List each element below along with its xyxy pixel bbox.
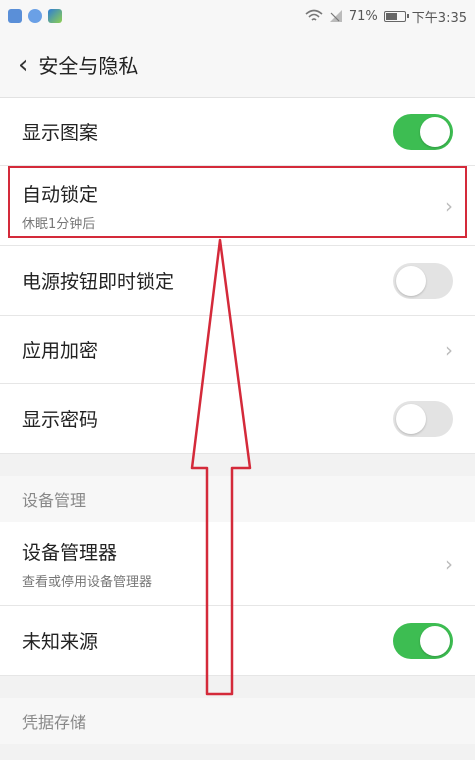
setting-device-manager[interactable]: 设备管理器 查看或停用设备管理器 › — [0, 522, 475, 606]
section-gap — [0, 454, 475, 476]
chevron-right-icon: › — [445, 193, 453, 218]
setting-label: 应用加密 — [22, 340, 99, 362]
setting-power-button-lock[interactable]: 电源按钮即时锁定 — [0, 246, 475, 316]
setting-text: 自动锁定 休眠1分钟后 — [22, 180, 98, 232]
setting-subtitle: 查看或停用设备管理器 — [22, 574, 153, 590]
settings-list: 显示图案 自动锁定 休眠1分钟后 › 电源按钮即时锁定 应用加密 › 显示密码 — [0, 98, 475, 454]
unknown-sources-toggle[interactable] — [393, 622, 453, 659]
app-notification-icon — [8, 9, 22, 23]
signal-icon — [329, 10, 342, 22]
section-header-device: 设备管理 — [0, 476, 475, 522]
setting-subtitle: 休眠1分钟后 — [22, 216, 96, 232]
section-header-credentials: 凭据存储 — [0, 698, 475, 744]
toggle-knob — [420, 625, 450, 656]
battery-icon — [383, 10, 409, 22]
status-left — [8, 9, 62, 23]
setting-label: 电源按钮即时锁定 — [22, 271, 175, 293]
battery-percent: 71% — [348, 8, 378, 24]
chevron-right-icon: › — [445, 551, 453, 576]
setting-label: 自动锁定 — [22, 183, 99, 206]
status-bar: 71% 下午3:35 — [0, 0, 475, 32]
device-list: 设备管理器 查看或停用设备管理器 › 未知来源 — [0, 522, 475, 676]
toggle-knob — [420, 116, 450, 147]
setting-show-password[interactable]: 显示密码 — [0, 384, 475, 454]
page-title: 安全与隐私 — [38, 54, 139, 78]
setting-label: 显示图案 — [22, 122, 99, 144]
setting-label: 显示密码 — [22, 409, 99, 431]
setting-auto-lock[interactable]: 自动锁定 休眠1分钟后 › — [0, 166, 475, 246]
section-gap — [0, 676, 475, 698]
clock: 下午3:35 — [411, 10, 467, 26]
gallery-notification-icon — [48, 9, 62, 23]
setting-show-pattern[interactable]: 显示图案 — [0, 98, 475, 166]
battery-fill — [385, 12, 398, 20]
setting-label: 设备管理器 — [22, 541, 118, 564]
power-lock-toggle[interactable] — [393, 262, 453, 299]
wifi-icon — [305, 9, 323, 21]
setting-label: 未知来源 — [22, 631, 99, 653]
chevron-right-icon: › — [445, 337, 453, 362]
setting-app-encryption[interactable]: 应用加密 › — [0, 316, 475, 384]
status-right: 71% 下午3:35 — [305, 7, 467, 26]
setting-unknown-sources[interactable]: 未知来源 — [0, 606, 475, 676]
toggle-knob — [396, 403, 426, 434]
show-password-toggle[interactable] — [393, 400, 453, 437]
setting-text: 设备管理器 查看或停用设备管理器 — [22, 538, 152, 590]
browser-notification-icon — [28, 9, 42, 23]
chevron-left-icon[interactable]: ‹ — [18, 52, 28, 78]
show-pattern-toggle[interactable] — [393, 113, 453, 150]
title-bar: ‹ 安全与隐私 — [0, 32, 475, 98]
toggle-knob — [396, 265, 426, 296]
